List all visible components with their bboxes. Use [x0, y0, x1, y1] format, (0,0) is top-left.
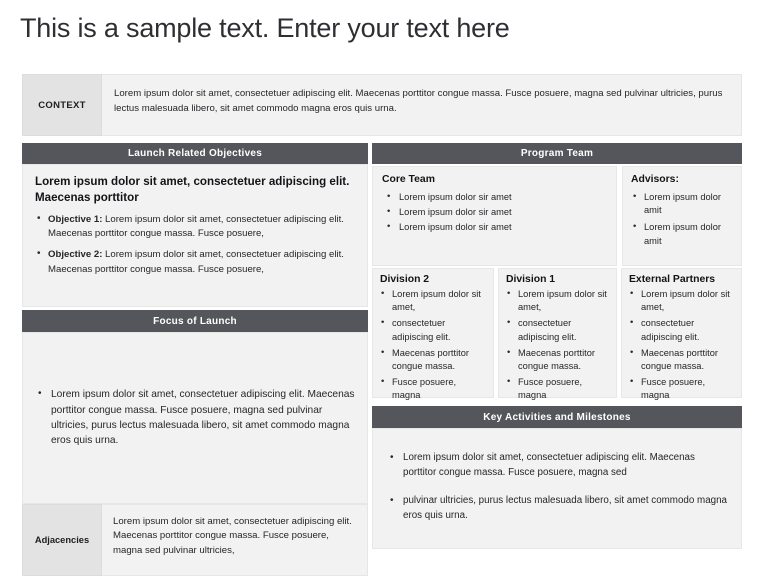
context-label: CONTEXT: [22, 74, 102, 136]
adjacencies-row: Adjacencies Lorem ipsum dolor sit amet, …: [22, 504, 368, 576]
list-item: consectetuer adipiscing elit.: [506, 316, 610, 343]
list-item: Fusce posuere, magna: [506, 375, 610, 402]
key-activities-list: Lorem ipsum dolor sit amet, consectetuer…: [387, 450, 727, 524]
adjacencies-body-text: Lorem ipsum dolor sit amet, consectetuer…: [102, 504, 368, 576]
objective-lead: Objective 1:: [48, 214, 103, 226]
objectives-list: Objective 1: Lorem ipsum dolor sit amet,…: [35, 212, 355, 276]
focus-header-bar: Focus of Launch: [22, 310, 368, 332]
list-item: Lorem ipsum dolor sit amet, consectetuer…: [387, 450, 727, 480]
core-team-box: Core Team Lorem ipsum dolor sir amet Lor…: [372, 166, 617, 266]
list-item: Lorem ipsum dolor amit: [631, 190, 734, 217]
objective-lead: Objective 2:: [48, 249, 103, 261]
advisors-title: Advisors:: [631, 174, 679, 185]
list-item: Maecenas porttitor congue massa.: [629, 346, 735, 373]
list-item: consectetuer adipiscing elit.: [380, 316, 487, 343]
list-item: Fusce posuere, magna: [380, 375, 487, 402]
list-item: Objective 1: Lorem ipsum dolor sit amet,…: [35, 212, 355, 241]
list-item: Lorem ipsum dolor sit amet,: [629, 287, 735, 314]
context-row: CONTEXT Lorem ipsum dolor sit amet, cons…: [22, 74, 742, 136]
list-item: Lorem ipsum dolor sit amet,: [506, 287, 610, 314]
division-2-box: Division 2 Lorem ipsum dolor sit amet, c…: [372, 268, 494, 400]
advisors-list: Lorem ipsum dolor amit Lorem ipsum dolor…: [631, 190, 734, 248]
page-title: This is a sample text. Enter your text h…: [20, 13, 510, 43]
list-item: Fusce posuere, magna: [629, 375, 735, 402]
advisors-box: Advisors: Lorem ipsum dolor amit Lorem i…: [622, 166, 742, 266]
division-2-list: Lorem ipsum dolor sit amet, consectetuer…: [380, 287, 487, 403]
list-item: Objective 2: Lorem ipsum dolor sit amet,…: [35, 247, 355, 276]
key-activities-header-bar: Key Activities and Milestones: [372, 406, 742, 428]
list-item: Lorem ipsum dolor sit amet,: [380, 287, 487, 314]
adjacencies-label: Adjacencies: [22, 504, 102, 576]
external-partners-list: Lorem ipsum dolor sit amet, consectetuer…: [629, 287, 735, 403]
key-activities-panel: Lorem ipsum dolor sit amet, consectetuer…: [372, 428, 742, 549]
list-item: Lorem ipsum dolor sit amet, consectetuer…: [35, 386, 355, 448]
list-item: Lorem ipsum dolor sir amet: [382, 190, 607, 204]
list-item: Maecenas porttitor congue massa.: [380, 346, 487, 373]
list-item: consectetuer adipiscing elit.: [629, 316, 735, 343]
focus-panel: Lorem ipsum dolor sit amet, consectetuer…: [22, 332, 368, 504]
focus-list: Lorem ipsum dolor sit amet, consectetuer…: [35, 386, 355, 448]
objectives-intro: Lorem ipsum dolor sit amet, consectetuer…: [35, 175, 350, 204]
division-1-list: Lorem ipsum dolor sit amet, consectetuer…: [506, 287, 610, 403]
division-2-title: Division 2: [380, 274, 430, 285]
core-team-title: Core Team: [382, 174, 435, 185]
external-partners-title: External Partners: [629, 274, 716, 285]
list-item: pulvinar ultricies, purus lectus malesua…: [387, 493, 727, 523]
objectives-header-bar: Launch Related Objectives: [22, 143, 368, 164]
core-team-list: Lorem ipsum dolor sir amet Lorem ipsum d…: [382, 190, 607, 235]
list-item: Maecenas porttitor congue massa.: [506, 346, 610, 373]
context-body-text: Lorem ipsum dolor sit amet, consectetuer…: [102, 74, 742, 136]
list-item: Lorem ipsum dolor amit: [631, 220, 734, 247]
external-partners-box: External Partners Lorem ipsum dolor sit …: [621, 268, 742, 400]
list-item: Lorem ipsum dolor sir amet: [382, 220, 607, 234]
objectives-panel: Lorem ipsum dolor sit amet, consectetuer…: [22, 164, 368, 307]
division-1-title: Division 1: [506, 274, 556, 285]
program-team-header-bar: Program Team: [372, 143, 742, 164]
division-1-box: Division 1 Lorem ipsum dolor sit amet, c…: [498, 268, 617, 400]
list-item: Lorem ipsum dolor sir amet: [382, 205, 607, 219]
